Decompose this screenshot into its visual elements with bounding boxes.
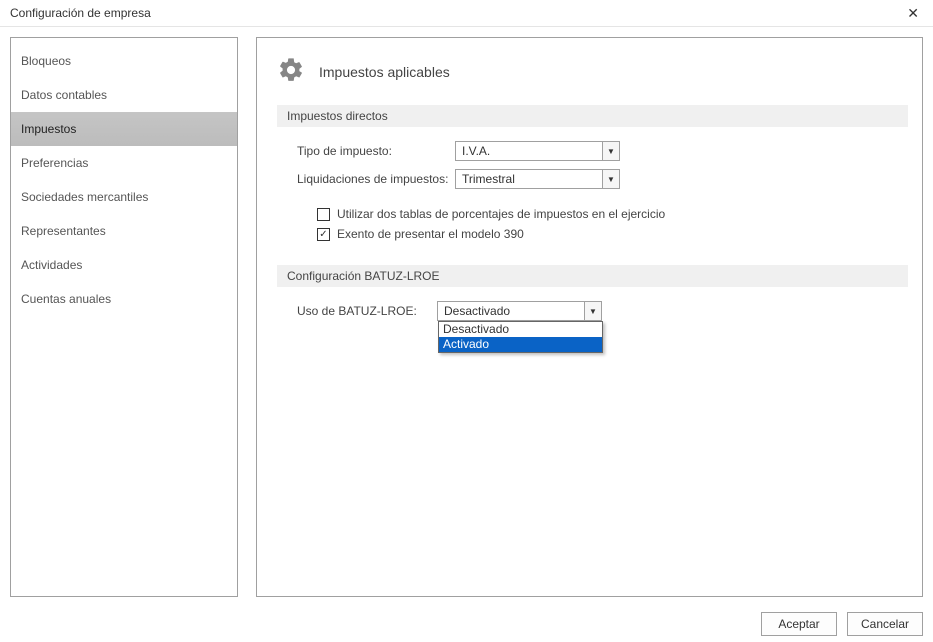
sidebar-item-representantes[interactable]: Representantes [11, 214, 237, 248]
sidebar-item-cuentas-anuales[interactable]: Cuentas anuales [11, 282, 237, 316]
sidebar-item-preferencias[interactable]: Preferencias [11, 146, 237, 180]
tipo-impuesto-value: I.V.A. [456, 144, 602, 158]
sidebar-item-sociedades-mercantiles[interactable]: Sociedades mercantiles [11, 180, 237, 214]
cancel-button[interactable]: Cancelar [847, 612, 923, 636]
section-header-directos: Impuestos directos [277, 105, 908, 127]
sidebar-item-datos-contables[interactable]: Datos contables [11, 78, 237, 112]
tipo-impuesto-label: Tipo de impuesto: [297, 144, 455, 158]
close-icon[interactable]: ✕ [901, 6, 925, 20]
main-panel: Impuestos aplicables Impuestos directos … [256, 37, 923, 597]
dos-tablas-label: Utilizar dos tablas de porcentajes de im… [337, 207, 665, 221]
uso-batuz-select[interactable]: Desactivado ▼ DesactivadoActivado [437, 301, 602, 321]
chevron-down-icon: ▼ [584, 302, 601, 320]
chevron-down-icon: ▼ [602, 142, 619, 160]
sidebar-item-impuestos[interactable]: Impuestos [11, 112, 237, 146]
exento-390-checkbox[interactable]: ✓ [317, 228, 330, 241]
titlebar: Configuración de empresa ✕ [0, 0, 933, 27]
exento-390-label: Exento de presentar el modelo 390 [337, 227, 524, 241]
page-title: Impuestos aplicables [319, 64, 450, 80]
chevron-down-icon: ▼ [602, 170, 619, 188]
uso-batuz-option[interactable]: Activado [439, 337, 602, 352]
uso-batuz-value: Desactivado [438, 304, 584, 318]
uso-batuz-option[interactable]: Desactivado [439, 322, 602, 337]
dos-tablas-checkbox[interactable] [317, 208, 330, 221]
window-title: Configuración de empresa [10, 6, 901, 20]
sidebar-item-actividades[interactable]: Actividades [11, 248, 237, 282]
sidebar: BloqueosDatos contablesImpuestosPreferen… [10, 37, 238, 597]
liquidaciones-value: Trimestral [456, 172, 602, 186]
uso-batuz-label: Uso de BATUZ-LROE: [297, 304, 437, 318]
gear-icon [277, 56, 305, 87]
liquidaciones-label: Liquidaciones de impuestos: [297, 172, 455, 186]
sidebar-item-bloqueos[interactable]: Bloqueos [11, 44, 237, 78]
section-header-batuz: Configuración BATUZ-LROE [277, 265, 908, 287]
uso-batuz-dropdown: DesactivadoActivado [438, 321, 603, 353]
accept-button[interactable]: Aceptar [761, 612, 837, 636]
tipo-impuesto-select[interactable]: I.V.A. ▼ [455, 141, 620, 161]
liquidaciones-select[interactable]: Trimestral ▼ [455, 169, 620, 189]
